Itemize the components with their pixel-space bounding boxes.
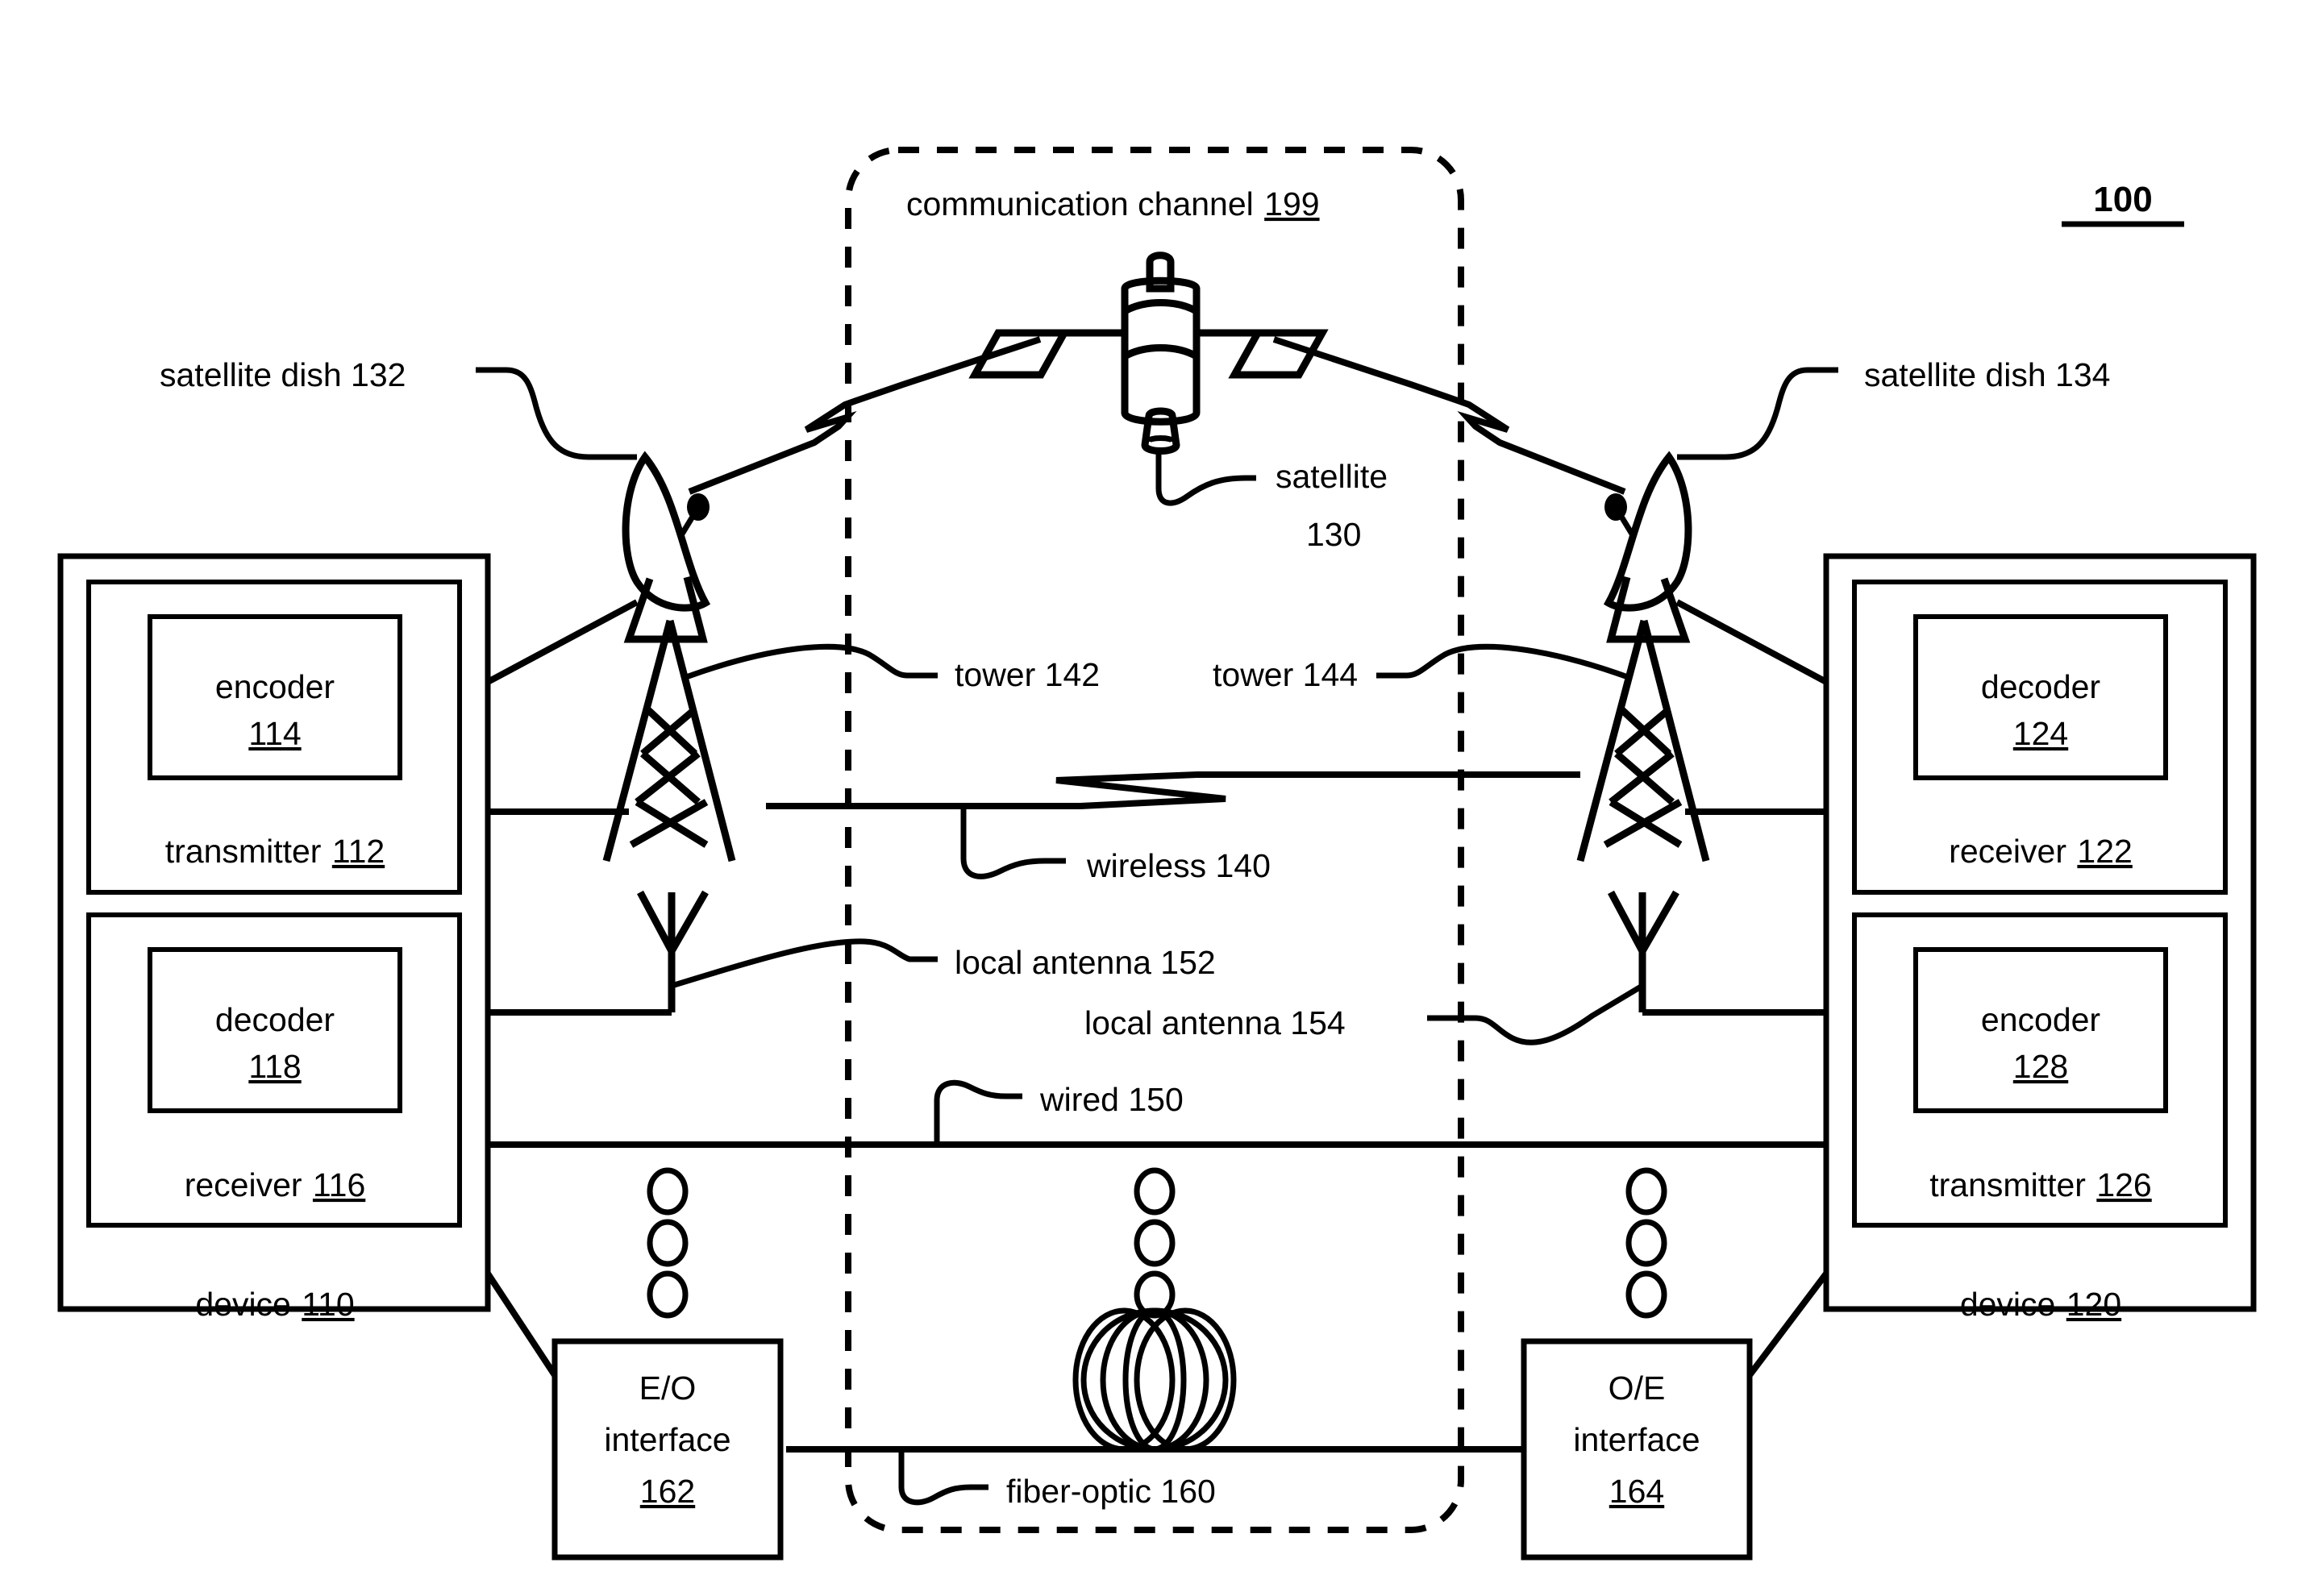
ellipsis-dot-left-3 — [647, 1270, 689, 1319]
wireless-140-group: tower 142 tower 144 wireless 140 — [488, 619, 1826, 884]
decoder-124-name: decoder — [1981, 668, 2100, 705]
wireless-140-label: wireless 140 — [1086, 847, 1271, 884]
encoder-114-ref: 114 — [248, 715, 301, 752]
satellite-130-label-line1: satellite — [1276, 458, 1388, 495]
patent-figure-canvas: 100 communication channel 199 encoder 11… — [0, 0, 2314, 1596]
satellite-dish-134-reflector — [1603, 451, 1692, 612]
satellite-nozzle-lip — [1145, 435, 1176, 443]
oe-interface-164-ref: 164 — [1609, 1473, 1664, 1510]
satellite-mast-sides — [1146, 262, 1175, 278]
figure-number-label: 100 — [2093, 180, 2152, 219]
eo-interface-162-line1: E/O — [639, 1369, 697, 1407]
eo-interface-162-to-device-line — [485, 1271, 558, 1378]
satellite-130-leader-line — [1155, 453, 1256, 506]
oe-interface-164-line1: O/E — [1609, 1369, 1666, 1407]
satellite-body-band-1 — [1122, 299, 1199, 315]
satellite-dish-132-leader-line — [476, 367, 637, 460]
encoder-128-ref: 128 — [2013, 1048, 2068, 1085]
tower-144-label: tower 144 — [1213, 656, 1358, 693]
tower-142-cross-2 — [635, 750, 701, 805]
right-device-group[interactable]: decoder 124 receiver 122 encoder 128 tra… — [1823, 553, 2257, 1323]
eo-interface-162-group[interactable]: E/O interface 162 — [485, 1271, 784, 1561]
device-110-label: device 110 — [195, 1286, 354, 1323]
ellipsis-dot-center-1 — [1134, 1167, 1176, 1216]
ellipsis-dot-right-3 — [1625, 1270, 1667, 1319]
ellipsis-dot-right-2 — [1625, 1219, 1667, 1267]
receiver-122-label: receiver 122 — [1949, 833, 2133, 870]
tower-144-cross-2 — [1609, 750, 1675, 805]
satellite-uplink-left-beam — [688, 336, 1042, 495]
decoder-124-ref: 124 — [2013, 715, 2068, 752]
local-antenna-152-group: local antenna 152 — [488, 890, 1216, 1016]
ellipsis-dot-right-1 — [1625, 1167, 1667, 1216]
satellite-dish-132-to-device-line — [486, 599, 639, 685]
ellipsis-dot-left-1 — [647, 1167, 689, 1216]
tower-142-group: tower 142 — [488, 619, 1100, 862]
decoder-118-name: decoder — [215, 1001, 335, 1038]
device-120-label: device 120 — [1960, 1286, 2121, 1323]
satellite-dish-132-reflector — [622, 451, 711, 612]
satellite-nozzle — [1141, 407, 1180, 455]
wired-150-leader-line — [934, 1079, 1022, 1145]
figure-number-group: 100 — [2062, 180, 2184, 227]
tower-144-cross-1 — [1614, 706, 1672, 757]
satellite-dish-134-label: satellite dish 134 — [1864, 356, 2110, 393]
oe-interface-164-group[interactable]: O/E interface 164 — [1521, 1271, 1829, 1561]
tower-142-cross-3 — [629, 799, 709, 848]
decoder-118-ref: 118 — [248, 1048, 301, 1085]
fiber-optic-160-group: fiber-optic 160 — [786, 1307, 1524, 1510]
local-antenna-154-label: local antenna 154 — [1084, 1004, 1346, 1041]
satellite-dish-134-leader-line — [1677, 367, 1838, 460]
satellite-mast-top-cap — [1146, 251, 1175, 264]
tower-144-cross-3 — [1603, 799, 1683, 848]
oe-interface-164-to-device-line — [1746, 1271, 1829, 1378]
tower-142-leader-line — [685, 643, 938, 680]
ellipsis-dot-center-2 — [1134, 1219, 1176, 1267]
left-device-group[interactable]: encoder 114 transmitter 112 decoder 118 … — [57, 553, 491, 1323]
eo-interface-162-ref: 162 — [640, 1473, 695, 1510]
oe-interface-164-line2: interface — [1573, 1421, 1700, 1458]
ellipsis-dot-left-2 — [647, 1219, 689, 1267]
wired-150-group: wired 150 — [488, 1079, 1826, 1148]
satellite-130-group: satellite 130 — [968, 251, 1388, 553]
satellite-dish-134-feed-horn-dot — [1604, 493, 1627, 521]
satellite-body-band-2 — [1122, 344, 1199, 360]
transmitter-112-label: transmitter 112 — [165, 833, 385, 870]
fiber-optic-160-leader-line — [898, 1449, 988, 1506]
receiver-116-label: receiver 116 — [185, 1166, 366, 1203]
satellite-dish-132-label: satellite dish 132 — [160, 356, 406, 393]
local-antenna-152-leader-line — [670, 938, 938, 989]
tower-144-group: tower 144 — [1213, 619, 1826, 862]
transmitter-126-label: transmitter 126 — [1929, 1166, 2151, 1203]
local-antenna-152-label: local antenna 152 — [955, 944, 1216, 981]
encoder-128-name: encoder — [1981, 1001, 2100, 1038]
wireless-140-leader-line — [960, 806, 1066, 879]
tower-142-label: tower 142 — [955, 656, 1100, 693]
satellite-130-label-line2: 130 — [1306, 516, 1361, 553]
tower-142-cross-1 — [640, 706, 698, 757]
communication-system-diagram: 100 communication channel 199 encoder 11… — [57, 147, 2257, 1561]
fiber-optic-coil-loop-2 — [1100, 1307, 1209, 1453]
satellite-dish-134-to-device-line — [1675, 599, 1828, 685]
eo-interface-162-line2: interface — [604, 1421, 730, 1458]
continuation-dots-group — [647, 1167, 1667, 1319]
communication-channel-label: communication channel 199 — [906, 185, 1320, 222]
encoder-114-name: encoder — [215, 668, 335, 705]
satellite-dish-132-feed-horn-dot — [687, 493, 710, 521]
fiber-optic-160-label: fiber-optic 160 — [1006, 1473, 1216, 1510]
tower-144-leader-line — [1376, 643, 1629, 680]
wired-150-label: wired 150 — [1039, 1081, 1184, 1118]
